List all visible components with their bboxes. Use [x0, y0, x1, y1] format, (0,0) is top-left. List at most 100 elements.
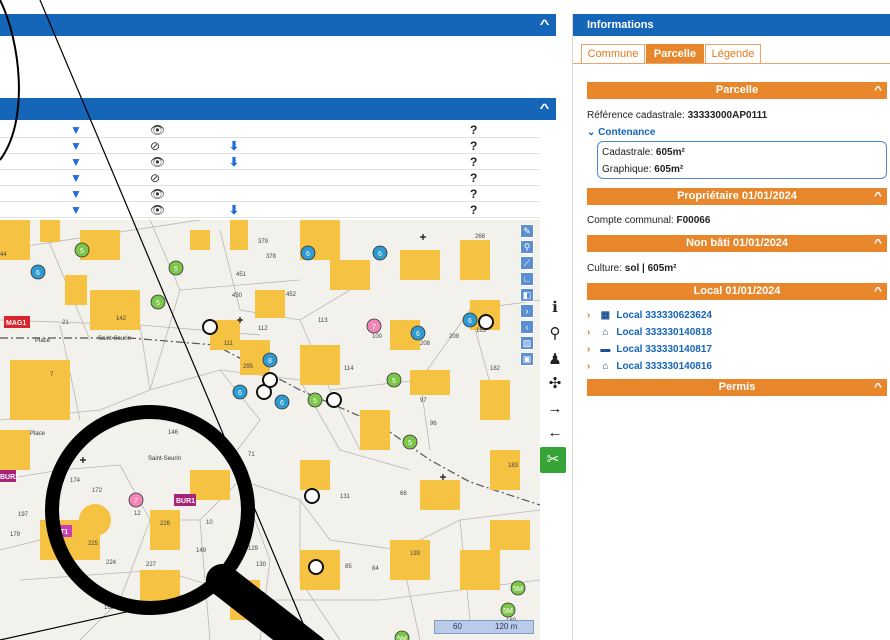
map-marker[interactable]: 8 [262, 352, 278, 368]
selected-marker[interactable] [308, 559, 324, 575]
selected-marker[interactable] [202, 319, 218, 335]
eye-icon[interactable]: 👁 [150, 203, 165, 217]
download-icon[interactable]: ⬇ [229, 139, 239, 153]
svg-text:5: 5 [174, 266, 178, 273]
map-marker[interactable]: 5 [74, 242, 90, 258]
map-marker[interactable]: 5 [307, 392, 323, 408]
cadastral-map[interactable]: 142 112 113 450 451 452 379 378 111 295 114 100 208 2… [0, 220, 540, 640]
top-panel-header[interactable]: ^ [0, 14, 556, 36]
tab-parcelle[interactable]: Parcelle [646, 44, 704, 64]
help-icon[interactable]: ? [470, 139, 477, 153]
local-item[interactable]: › ⌂ Local 333330140816 [587, 361, 712, 372]
map-marker[interactable]: 5 [402, 434, 418, 450]
map-marker[interactable]: 6 [274, 394, 290, 410]
help-icon[interactable]: ? [470, 171, 477, 185]
parcel-number: 142 [116, 316, 127, 322]
map-marker[interactable]: 7 [128, 492, 144, 508]
eye-icon[interactable]: 👁 [150, 155, 165, 169]
map-marker[interactable]: 5M [394, 630, 410, 640]
map-marker[interactable]: 6 [30, 264, 46, 280]
layer-row[interactable]: ▼ 👁? [0, 186, 540, 202]
locate-icon[interactable]: ⚲ [540, 324, 570, 342]
layer-row[interactable]: ▼ 👁? [0, 122, 540, 138]
help-icon[interactable]: ? [470, 187, 477, 201]
angle-tool-button[interactable]: ∟ [520, 272, 534, 286]
layer-row[interactable]: ▼ ⊘ ⬇? [0, 138, 540, 154]
eye-off-icon[interactable]: ⊘ [150, 139, 160, 153]
chevron-up-icon[interactable]: ^ [874, 188, 882, 205]
map-marker[interactable]: 6 [372, 245, 388, 261]
map-marker[interactable]: 7 [366, 318, 382, 334]
filter-icon[interactable]: ▼ [70, 155, 82, 169]
chevron-up-icon[interactable]: ^ [874, 235, 882, 252]
chevron-up-icon[interactable]: ^ [540, 17, 550, 31]
street-label: Place [30, 431, 46, 437]
local-item[interactable]: › ▬ Local 333330140817 [587, 344, 712, 355]
parcel-number: 166 [104, 605, 115, 611]
section-local-header[interactable]: Local 01/01/2024 ^ [587, 283, 887, 300]
map-marker[interactable]: 6 [232, 384, 248, 400]
download-icon[interactable]: ⬇ [229, 203, 239, 217]
filter-icon[interactable]: ▼ [70, 203, 82, 217]
layers-panel-header[interactable]: ^ [0, 98, 556, 120]
filter-icon[interactable]: ▼ [70, 171, 82, 185]
map-marker[interactable]: 5 [168, 260, 184, 276]
filter-icon[interactable]: ▼ [70, 187, 82, 201]
section-parcelle-header[interactable]: Parcelle ^ [587, 82, 887, 99]
frame-tool-button[interactable]: ▣ [520, 352, 534, 366]
layer-row[interactable]: ▼ ⊘? [0, 170, 540, 186]
erase-tool-button[interactable]: ◧ [520, 288, 534, 302]
map-marker[interactable]: 5M [500, 602, 516, 618]
help-icon[interactable]: ? [470, 203, 477, 217]
map-marker[interactable]: 5 [150, 294, 166, 310]
map-marker[interactable]: 6 [300, 245, 316, 261]
selected-marker[interactable] [304, 488, 320, 504]
parcel-number: 100 [372, 334, 383, 340]
selected-marker[interactable] [262, 372, 278, 388]
tab-commune[interactable]: Commune [581, 44, 645, 64]
next-tool-button[interactable]: › [520, 304, 534, 318]
zoom-tool-button[interactable]: ⚲ [520, 240, 534, 254]
measure-tool-button[interactable]: ⟋ [520, 256, 534, 270]
map-marker[interactable]: 6 [462, 312, 478, 328]
info-icon[interactable]: ℹ [540, 298, 570, 316]
chevron-up-icon[interactable]: ^ [540, 101, 550, 115]
scissors-icon[interactable]: ✂ [540, 447, 566, 473]
local-item[interactable]: › ⌂ Local 333330140818 [587, 327, 712, 338]
download-icon[interactable]: ⬇ [229, 155, 239, 169]
label-bur1: BUR1 [176, 498, 195, 505]
tab-legende[interactable]: Légende [705, 44, 761, 64]
parcel-number: 268 [475, 234, 486, 240]
local-item[interactable]: › ▦ Local 333330623624 [587, 310, 712, 321]
eye-off-icon[interactable]: ⊘ [150, 171, 160, 185]
chevron-up-icon[interactable]: ^ [874, 379, 882, 396]
chevron-up-icon[interactable]: ^ [874, 283, 882, 300]
section-proprietaire-header[interactable]: Propriétaire 01/01/2024 ^ [587, 188, 887, 205]
filter-icon[interactable]: ▼ [70, 139, 82, 153]
eye-icon[interactable]: 👁 [150, 123, 165, 137]
selected-marker[interactable] [326, 392, 342, 408]
section-title: Local 01/01/2024 [693, 285, 781, 297]
section-non-bati-header[interactable]: Non bâti 01/01/2024 ^ [587, 235, 887, 252]
arrow-right-icon[interactable]: → [540, 400, 570, 417]
layer-row[interactable]: ▼ 👁 ⬇? [0, 202, 540, 218]
gear-icon[interactable]: ✣ [540, 374, 570, 392]
chevron-up-icon[interactable]: ^ [874, 82, 882, 99]
contenance-toggle[interactable]: ⌄ Contenance [587, 127, 655, 138]
map-marker[interactable]: 6 [410, 325, 426, 341]
map-marker[interactable]: 5 [386, 372, 402, 388]
filter-icon[interactable]: ▼ [70, 123, 82, 137]
map-marker[interactable]: 5M [510, 580, 526, 596]
edit-tool-button[interactable]: ✎ [520, 224, 534, 238]
map-canvas[interactable]: 142 112 113 450 451 452 379 378 111 295 114 100 208 2… [0, 220, 540, 640]
section-permis-header[interactable]: Permis ^ [587, 379, 887, 396]
arrow-left-icon[interactable]: ← [540, 424, 570, 441]
help-icon[interactable]: ? [470, 155, 477, 169]
selected-marker[interactable] [478, 314, 494, 330]
street-view-icon[interactable]: ♟ [540, 350, 570, 368]
eye-icon[interactable]: 👁 [150, 187, 165, 201]
image-tool-button[interactable]: ▨ [520, 336, 534, 350]
layer-row[interactable]: ▼ 👁 ⬇? [0, 154, 540, 170]
prev-tool-button[interactable]: ‹ [520, 320, 534, 334]
help-icon[interactable]: ? [470, 123, 477, 137]
